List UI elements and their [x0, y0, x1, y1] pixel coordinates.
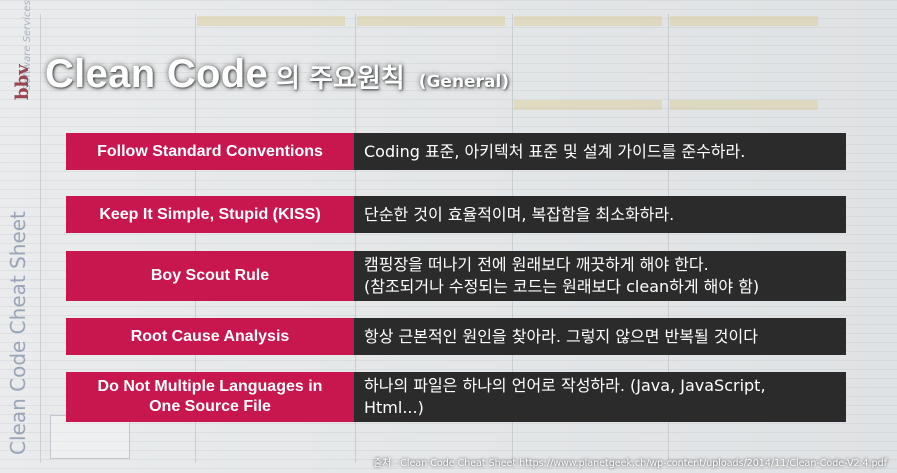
description-line: 단순한 것이 효율적이며, 복잡함을 최소화하라. [364, 204, 675, 224]
background-band [670, 16, 818, 26]
background-band [197, 16, 345, 26]
description-line: Coding 표준, 아키텍처 표준 및 설계 가이드를 준수하라. [364, 141, 746, 161]
description-line: Html...) [364, 398, 424, 417]
source-citation: 출처 : Clean Code Cheat Sheet https://www.… [373, 458, 887, 469]
principle-row: Root Cause Analysis 항상 근본적인 원인을 찾아라. 그렇지… [66, 318, 846, 355]
principle-description: 항상 근본적인 원인을 찾아라. 그렇지 않으면 반복될 것이다 [354, 318, 846, 355]
principle-name: Do Not Multiple Languages in One Source … [66, 372, 354, 422]
principle-name-line: Do Not Multiple Languages in [97, 378, 323, 395]
principle-description: 단순한 것이 효율적이며, 복잡함을 최소화하라. [354, 196, 846, 233]
principle-name-line: One Source File [149, 398, 271, 415]
slide-title: Clean Code 의 주요원칙 (General) [45, 52, 509, 97]
principle-name: Follow Standard Conventions [66, 133, 354, 170]
description-line: 캠핑장을 떠나기 전에 원래보다 깨끗하게 해야 한다. [364, 255, 709, 275]
principle-row: Follow Standard Conventions Coding 표준, 아… [66, 133, 846, 170]
background-band [514, 100, 662, 110]
description-line: 항상 근본적인 원인을 찾아라. 그렇지 않으면 반복될 것이다 [364, 326, 758, 346]
background-band [357, 16, 505, 26]
principle-description: Coding 표준, 아키텍처 표준 및 설계 가이드를 준수하라. [354, 133, 846, 170]
principle-name: Root Cause Analysis [66, 318, 354, 355]
title-general: (General) [418, 72, 510, 92]
principle-description: 하나의 파일은 하나의 언어로 작성하라. (Java, JavaScript,… [354, 372, 846, 422]
principle-name: Keep It Simple, Stupid (KISS) [66, 196, 354, 233]
description-line: 하나의 파일은 하나의 언어로 작성하라. (Java, JavaScript, [364, 376, 766, 396]
software-services-label: Software Services [22, 0, 33, 90]
description-line: (참조되거나 수정되는 코드는 원래보다 clean하게 해야 함) [364, 277, 760, 296]
title-main: Clean Code [45, 52, 269, 96]
principle-description: 캠핑장을 떠나기 전에 원래보다 깨끗하게 해야 한다. (참조되거나 수정되는… [354, 251, 846, 301]
background-band [514, 16, 662, 26]
principle-row: Keep It Simple, Stupid (KISS) 단순한 것이 효율적… [66, 196, 846, 233]
title-korean: 의 주요원칙 [276, 64, 405, 94]
background-band [670, 100, 818, 110]
principle-row: Do Not Multiple Languages in One Source … [66, 372, 846, 422]
cheat-sheet-title: Clean Code Cheat Sheet [6, 211, 30, 455]
principle-row: Boy Scout Rule 캠핑장을 떠나기 전에 원래보다 깨끗하게 해야 … [66, 251, 846, 301]
principle-name: Boy Scout Rule [66, 251, 354, 301]
